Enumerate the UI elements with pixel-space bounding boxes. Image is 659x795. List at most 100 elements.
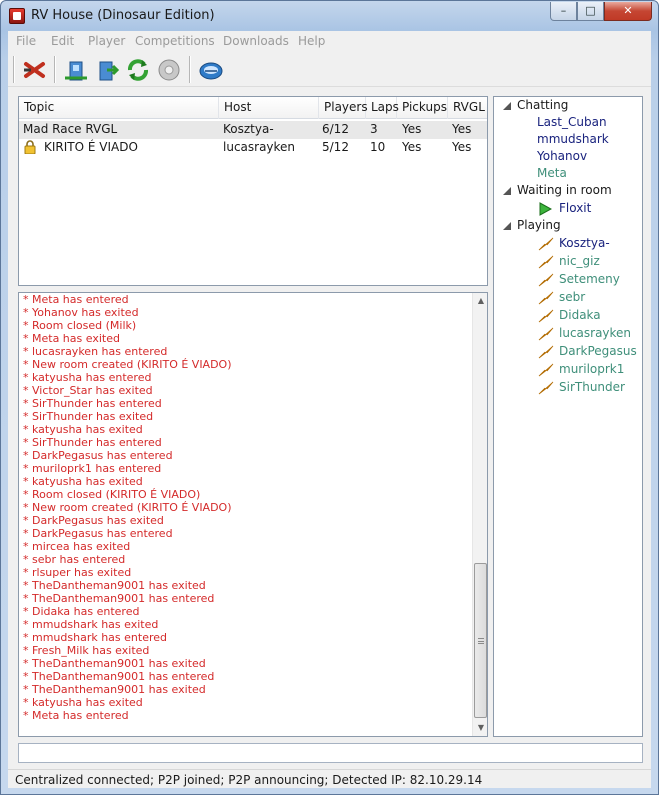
disconnect-button[interactable] [21,56,49,84]
disconnect-icon [24,62,45,78]
log-entry: * Fresh_Milk has exited [23,644,150,657]
racing-icon [538,273,554,287]
column-pickups[interactable]: Pickups [397,97,448,119]
player-name[interactable]: Kosztya- [559,236,610,250]
room-list[interactable]: Topic Host Players Laps Pickups RVGL Mad… [18,96,488,286]
player-name[interactable]: muriloprk1 [559,362,624,376]
refresh-button[interactable] [124,56,152,84]
room-host: lucasrayken [223,140,296,154]
grip-icon [478,638,484,644]
toolbar-separator [54,56,56,83]
room-rvgl: Yes [452,140,472,154]
column-players[interactable]: Players [319,97,368,119]
player-name[interactable]: Didaka [559,308,601,322]
log-entry: * SirThunder has entered [23,397,162,410]
group-playing[interactable]: Playing [517,218,561,232]
player-list[interactable]: Chatting Last_Cuban mmudshark Yohanov Meta … [493,96,643,737]
racing-icon [538,255,554,269]
close-button[interactable]: ✕ [604,2,652,21]
menu-player[interactable]: Player [88,34,125,48]
log-entry: * Meta has entered [23,709,129,722]
log-entry: * Room closed (KIRITO É VIADO) [23,488,201,501]
log-lines: * Meta has entered * Yohanov has exited * … [23,293,473,722]
log-entry: * SirThunder has entered [23,436,162,449]
room-topic: Mad Race RVGL [23,122,118,136]
column-laps[interactable]: Laps [366,97,399,119]
chat-input[interactable] [18,743,643,763]
log-entry: * mircea has exited [23,540,131,553]
log-entry: * mmudshark has exited [23,618,159,631]
room-laps: 3 [370,122,378,136]
player-name[interactable]: Floxit [559,201,591,215]
room-row[interactable]: KIRITO É VIADO lucasrayken 5/12 10 Yes Y… [19,139,487,157]
log-entry: * DarkPegasus has exited [23,514,164,527]
menu-competitions[interactable]: Competitions [135,34,215,48]
expand-triangle-icon[interactable] [503,187,511,195]
log-entry: * katyusha has entered [23,371,152,384]
player-name[interactable]: nic_giz [559,254,600,268]
disabled-disc-button[interactable] [155,56,183,84]
room-pickups: Yes [402,122,422,136]
host-room-button[interactable] [62,56,90,84]
scroll-thumb[interactable] [474,563,487,718]
expand-triangle-icon[interactable] [503,222,511,230]
log-entry: * Meta has exited [23,332,120,345]
menu-bar: File Edit Player Competitions Downloads … [8,31,651,51]
log-entry: * New room created (KIRITO É VIADO) [23,358,232,371]
app-window: RV House (Dinosaur Edition) – □ ✕ File E… [0,0,659,795]
toolbar-separator [13,56,15,83]
player-name[interactable]: lucasrayken [559,326,631,340]
scroll-down-arrow-icon[interactable]: ▼ [473,720,487,736]
toolbar-separator [189,56,191,83]
toolbar [8,51,651,87]
host-room-icon [65,61,87,81]
player-name[interactable]: DarkPegasus [559,344,637,358]
column-rvgl[interactable]: RVGL [448,97,487,119]
player-name[interactable]: Meta [537,166,567,180]
log-entry: * rlsuper has exited [23,566,132,579]
room-rvgl: Yes [452,122,472,136]
player-name[interactable]: Setemeny [559,272,620,286]
expand-triangle-icon[interactable] [503,102,511,110]
log-entry: * muriloprk1 has entered [23,462,162,475]
log-entry: * Victor_Star has exited [23,384,153,397]
racing-icon [538,381,554,395]
player-name[interactable]: mmudshark [537,132,609,146]
menu-edit[interactable]: Edit [51,34,74,48]
player-name[interactable]: Last_Cuban [537,115,607,129]
player-name[interactable]: sebr [559,290,585,304]
log-entry: * katyusha has exited [23,423,143,436]
room-host: Kosztya- [223,122,274,136]
window-title: RV House (Dinosaur Edition) [31,8,215,23]
racing-icon [538,363,554,377]
log-scrollbar[interactable]: ▲ ▼ [472,293,487,736]
event-log[interactable]: * Meta has entered * Yohanov has exited * … [18,292,488,737]
log-entry: * sebr has entered [23,553,126,566]
group-chatting[interactable]: Chatting [517,98,568,112]
racing-icon [538,345,554,359]
status-bar: Centralized connected; P2P joined; P2P a… [8,769,651,788]
client-area: File Edit Player Competitions Downloads … [8,31,651,788]
log-entry: * katyusha has exited [23,475,143,488]
menu-file[interactable]: File [16,34,36,48]
minimize-button[interactable]: – [550,2,577,21]
menu-downloads[interactable]: Downloads [223,34,289,48]
racing-icon [538,309,554,323]
menu-help[interactable]: Help [298,34,325,48]
title-bar[interactable]: RV House (Dinosaur Edition) – □ ✕ [1,1,658,31]
racing-icon [538,291,554,305]
log-entry: * TheDantheman9001 has entered [23,670,215,683]
player-name[interactable]: SirThunder [559,380,625,394]
column-host[interactable]: Host [219,97,319,119]
room-row[interactable]: Mad Race RVGL Kosztya- 6/12 3 Yes Yes [19,121,487,139]
settings-button[interactable] [197,56,225,84]
racing-icon [538,327,554,341]
maximize-button[interactable]: □ [577,2,604,21]
join-room-button[interactable] [93,56,121,84]
group-waiting[interactable]: Waiting in room [517,183,612,197]
scroll-up-arrow-icon[interactable]: ▲ [473,293,487,309]
status-text: Centralized connected; P2P joined; P2P a… [15,773,483,787]
log-entry: * TheDantheman9001 has entered [23,592,215,605]
player-name[interactable]: Yohanov [537,149,587,163]
column-topic[interactable]: Topic [19,97,219,119]
